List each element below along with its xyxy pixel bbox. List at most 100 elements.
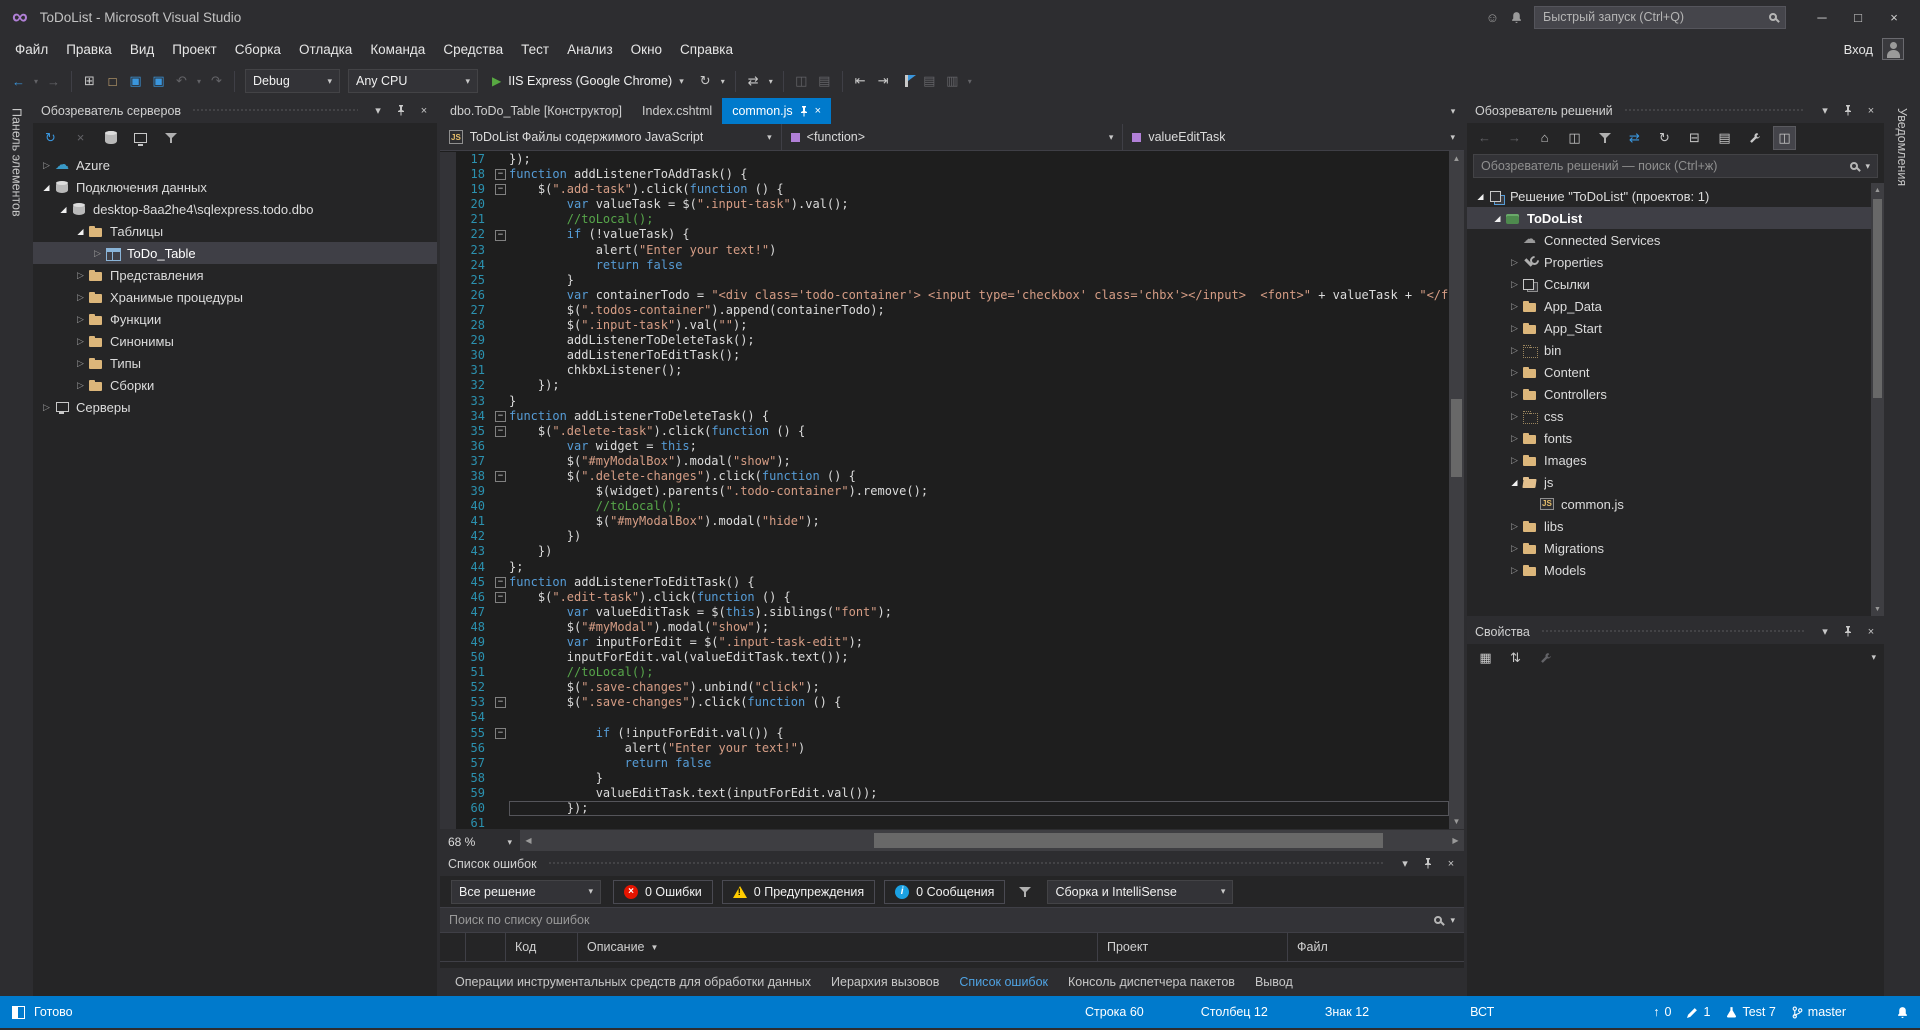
code-line[interactable]: 29 addListenerToDeleteTask(); [440,333,1449,348]
window-position-icon[interactable]: ▾ [1396,855,1414,873]
breakpoint-margin[interactable] [440,348,456,363]
close-icon[interactable]: × [815,105,821,117]
navigate-backward-icon[interactable]: ← [8,70,29,92]
code-line[interactable]: 41 $("#myModalBox").modal("hide"); [440,514,1449,529]
code-line[interactable]: 42 }) [440,529,1449,544]
breakpoint-margin[interactable] [440,710,456,725]
status-insert-mode[interactable]: ВСТ [1470,1005,1494,1019]
menu-item-project[interactable]: Проект [163,37,225,62]
menu-item-team[interactable]: Команда [361,37,434,62]
breakpoint-margin[interactable] [440,303,456,318]
server-tree-item[interactable]: ▷Синонимы [33,330,437,352]
code-line[interactable]: 58 } [440,771,1449,786]
breakpoint-margin[interactable] [440,378,456,393]
alphabetical-icon[interactable]: ⇅ [1505,647,1526,669]
code-line[interactable]: 21 //toLocal(); [440,212,1449,227]
breakpoint-margin[interactable] [440,394,456,409]
close-icon[interactable]: × [415,102,433,120]
breakpoint-margin[interactable] [440,152,456,167]
code-line[interactable]: 51 //toLocal(); [440,665,1449,680]
code-line[interactable]: 49 var inputForEdit = $(".input-task-edi… [440,635,1449,650]
pin-icon[interactable] [799,106,809,117]
connect-to-database-icon[interactable] [100,127,121,149]
fold-collapse-icon[interactable]: − [492,424,509,439]
scroll-down-icon[interactable]: ▼ [1871,602,1884,616]
notifications-bell-icon[interactable] [1511,11,1522,23]
server-tree-item[interactable]: ▷Azure [33,154,437,176]
code-line[interactable]: 18−function addListenerToAddTask() { [440,167,1449,182]
code-line[interactable]: 38− $(".delete-changes").click(function … [440,469,1449,484]
code-line[interactable]: 28 $(".input-task").val(""); [440,318,1449,333]
code-line[interactable]: 19− $(".add-task").click(function () { [440,182,1449,197]
start-debugging-button[interactable]: ▶IIS Express (Google Chrome)▾ [483,74,693,88]
refresh-icon[interactable]: ↻ [40,127,61,149]
server-tree-item[interactable]: ◢Таблицы [33,220,437,242]
expand-arrow-icon[interactable]: ▷ [73,292,88,303]
pin-icon[interactable] [1839,102,1857,120]
redo-icon[interactable]: ↷ [206,70,227,92]
breakpoint-margin[interactable] [440,333,456,348]
expand-arrow-icon[interactable]: ▷ [1507,411,1522,422]
breakpoint-margin[interactable] [440,695,456,710]
solution-tree-item[interactable]: ▷bin [1467,339,1884,361]
breakpoint-margin[interactable] [440,590,456,605]
code-line[interactable]: 37 $("#myModalBox").modal("show"); [440,454,1449,469]
solution-tree-item[interactable]: ▷Ссылки [1467,273,1884,295]
comment-selection-icon[interactable]: ▤ [919,70,940,92]
breakpoint-margin[interactable] [440,288,456,303]
save-icon[interactable]: ▣ [125,70,146,92]
errors-filter-button[interactable]: × 0 Ошибки [613,880,713,904]
member-dropdown[interactable]: valueEditTask ▾ [1123,124,1464,150]
solution-tree-item[interactable]: ▷css [1467,405,1884,427]
scroll-down-icon[interactable]: ▼ [1449,814,1464,829]
window-position-icon[interactable]: ▾ [369,102,387,120]
solution-tree-item[interactable]: ▷App_Data [1467,295,1884,317]
code-line[interactable]: 59 valueEditTask.text(inputForEdit.val()… [440,786,1449,801]
breakpoint-margin[interactable] [440,529,456,544]
breakpoint-margin[interactable] [440,439,456,454]
menu-item-build[interactable]: Сборка [226,37,290,62]
breakpoint-margin[interactable] [440,665,456,680]
home-icon[interactable]: ⌂ [1534,127,1555,149]
server-tree-item[interactable]: ▷Типы [33,352,437,374]
code-line[interactable]: 53− $(".save-changes").click(function ()… [440,695,1449,710]
code-line[interactable]: 24 return false [440,258,1449,273]
column-severity[interactable] [440,933,466,961]
tool-tab-error-list[interactable]: Список ошибок [950,970,1057,994]
code-line[interactable]: 56 alert("Enter your text!") [440,741,1449,756]
code-line[interactable]: 57 return false [440,756,1449,771]
breakpoint-margin[interactable] [440,454,456,469]
breakpoint-margin[interactable] [440,605,456,620]
scroll-up-icon[interactable]: ▲ [1449,151,1464,166]
breakpoint-margin[interactable] [440,635,456,650]
solution-search-input[interactable]: Обозреватель решений — поиск (Ctrl+ж) ▾ [1473,154,1878,178]
code-line[interactable]: 32 }); [440,378,1449,393]
menu-item-file[interactable]: Файл [6,37,57,62]
breakpoint-margin[interactable] [440,484,456,499]
undo-dropdown-icon[interactable]: ▾ [194,70,204,92]
solution-tree-item[interactable]: Connected Services [1467,229,1884,251]
expand-arrow-icon[interactable]: ▷ [73,314,88,325]
breakpoint-margin[interactable] [440,816,456,829]
solution-explorer-header[interactable]: Обозреватель решений ▾ × [1467,98,1884,123]
server-tree-item[interactable]: ◢desktop-8aa2he4\sqlexpress.todo.dbo [33,198,437,220]
feedback-icon[interactable]: ☺ [1486,10,1499,25]
column-description[interactable]: Описание▼ [578,933,1098,961]
switch-views-icon[interactable]: ◫ [1564,127,1585,149]
code-line[interactable]: 46− $(".edit-task").click(function () { [440,590,1449,605]
server-explorer-header[interactable]: Обозреватель серверов ▾ × [33,98,437,123]
collapse-arrow-icon[interactable]: ◢ [1507,478,1522,487]
menu-item-help[interactable]: Справка [671,37,742,62]
close-button[interactable]: × [1876,4,1912,30]
breakpoint-margin[interactable] [440,741,456,756]
server-tree-item[interactable]: ▷Представления [33,264,437,286]
menu-item-debug[interactable]: Отладка [290,37,361,62]
close-icon[interactable]: × [1862,102,1880,120]
expand-arrow-icon[interactable]: ▷ [1507,389,1522,400]
expand-arrow-icon[interactable]: ▷ [73,270,88,281]
scrollbar-track[interactable] [537,830,1447,851]
status-char[interactable]: Знак 12 [1325,1005,1369,1019]
solution-tree-item[interactable]: ▷Content [1467,361,1884,383]
expand-arrow-icon[interactable]: ▷ [1507,257,1522,268]
code-line[interactable]: 25 } [440,273,1449,288]
